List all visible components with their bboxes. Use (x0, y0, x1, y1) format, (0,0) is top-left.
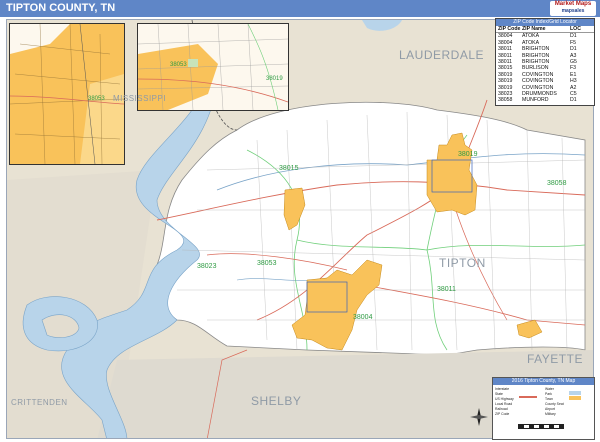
county-label-fayette: FAYETTE (527, 352, 583, 366)
locator-header-row: ZIP Code ZIP Name LOC (496, 26, 594, 34)
county-label-tipton: TIPTON (439, 256, 486, 270)
legend-water-swatch (569, 391, 581, 395)
zip-label-38058: 38058 (547, 180, 567, 187)
locator-col-name: ZIP Name (522, 26, 546, 32)
locator-col-zip: ZIP Code (498, 26, 521, 32)
compass-rose-icon (470, 408, 488, 426)
legend-item: Water (545, 387, 554, 391)
inset2-zip-label: 38053 (170, 62, 187, 68)
locator-title: ZIP Code Index/Grid Locator (496, 19, 594, 26)
cell-loc: D1 (570, 97, 577, 104)
map-title: TIPTON COUNTY, TN (6, 2, 116, 14)
legend-item: ZIP Code (495, 412, 510, 416)
zip-locator-table: ZIP Code Index/Grid Locator ZIP Code ZIP… (495, 18, 595, 106)
cell-zip: 38058 (498, 97, 513, 104)
legend-item: State (495, 392, 503, 396)
legend-item: Park (545, 392, 552, 396)
map-frame: TIPTON COUNTY, TN Market Maps mapsales 3… (0, 0, 600, 442)
legend-item: US Highway (495, 397, 514, 401)
zip-label-38004: 38004 (353, 314, 373, 321)
legend-item: Local Road (495, 402, 513, 406)
locator-col-loc: LOC (570, 26, 581, 32)
zip-label-38023: 38023 (197, 263, 217, 270)
legend-town-swatch (569, 396, 581, 400)
legend-title: 2016 Tipton County, TN Map (493, 378, 594, 385)
legend-item: Railroad (495, 407, 508, 411)
brand-sub: mapsales (561, 8, 585, 14)
zip-label-38019: 38019 (458, 151, 478, 158)
county-label-lauderdale: LAUDERDALE (399, 48, 485, 62)
inset1-zip-label: 38053 (88, 96, 105, 102)
zip-label-38053: 38053 (257, 260, 277, 267)
legend-item: Interstate (495, 387, 510, 391)
legend-item: Town (545, 397, 553, 401)
legend-item: Airport (545, 407, 555, 411)
cell-name: MUNFORD (522, 97, 549, 104)
legend-item: County Seat (545, 402, 564, 406)
legend-road-swatch (519, 396, 537, 398)
brand-name: Market Maps (554, 1, 592, 7)
map-legend: 2016 Tipton County, TN Map Interstate St… (492, 377, 595, 440)
zip-label-38011: 38011 (437, 286, 456, 293)
scale-bar (518, 424, 564, 429)
zip-label-38015: 38015 (279, 165, 299, 172)
legend-item: Military (545, 412, 556, 416)
brand-logo: Market Maps mapsales (550, 1, 596, 16)
county-label-crittenden: CRITTENDEN (11, 398, 68, 407)
title-bar: TIPTON COUNTY, TN Market Maps mapsales (0, 0, 600, 17)
table-row: 38058 MUNFORD D1 (496, 97, 594, 103)
inset-map-1[interactable]: 38053 (9, 23, 125, 165)
county-label-shelby: SHELBY (251, 394, 302, 408)
inset2-zip-label-b: 38019 (266, 76, 283, 82)
county-label-mississippi: MISSISSIPPI (113, 94, 167, 103)
